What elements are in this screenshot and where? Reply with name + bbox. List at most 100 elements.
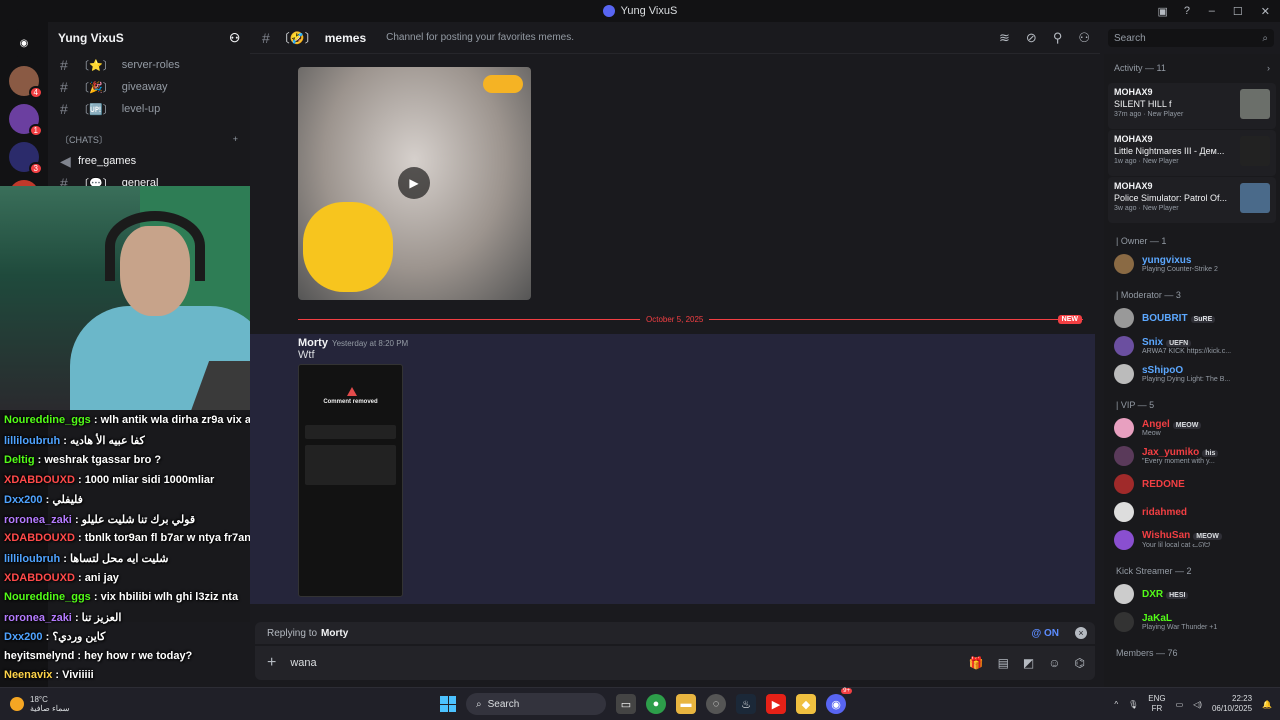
mic-icon[interactable]: 🎙	[1128, 700, 1138, 709]
channel-server-roles[interactable]: # 〔⭐〕 server-roles	[48, 54, 250, 76]
discord-home-icon[interactable]: ◉	[9, 28, 39, 58]
close-window-icon[interactable]: ✕	[1261, 5, 1270, 18]
steam-icon[interactable]: ♨	[736, 694, 756, 714]
app-icon[interactable]: ◌	[706, 694, 726, 714]
language-switcher[interactable]: ENG FR	[1148, 694, 1165, 714]
inbox-icon[interactable]: ▣	[1157, 5, 1167, 18]
add-member-icon[interactable]: ⚇	[229, 31, 240, 45]
gift-icon[interactable]: 🎁	[969, 656, 984, 670]
member-list-icon[interactable]: ⚇	[1078, 30, 1090, 46]
channel-prefix: 〔⭐〕	[78, 60, 114, 72]
channel-label: level-up	[121, 103, 161, 115]
mention-toggle[interactable]: @ ON	[1031, 628, 1059, 639]
maximize-icon[interactable]: ☐	[1233, 5, 1243, 18]
activity-time: 3w ago	[1114, 205, 1137, 212]
member-item[interactable]: Angel MEOW Meow	[1104, 415, 1280, 441]
server-logo-icon	[602, 5, 615, 17]
activity-card[interactable]: MOHAX9 Police Simulator: Patrol Of... 3w…	[1108, 177, 1276, 223]
chat-text: : Viviiiii	[55, 669, 94, 681]
chat-line: Deltig : weshrak tgassar bro ?	[4, 454, 161, 466]
chat-line: roronea_zaki : العزيز تنا	[4, 611, 121, 624]
gif-icon[interactable]: ▤	[998, 656, 1009, 670]
add-channel-icon[interactable]: +	[233, 134, 238, 144]
help-icon[interactable]: ?	[1184, 5, 1190, 18]
activity-time: 1w ago	[1114, 158, 1137, 165]
channel-level-up[interactable]: # 〔🆙〕 level-up	[48, 98, 250, 120]
message-item[interactable]: Morty Yesterday at 8:20 PM Wtf Comment r…	[250, 334, 1095, 604]
member-item[interactable]: Jax_yumiko his "Every moment with y...	[1104, 443, 1280, 469]
search-input[interactable]: Search ⌕	[1108, 29, 1274, 47]
member-tag: UEFN	[1166, 340, 1192, 347]
warning-icon	[347, 387, 357, 396]
message-author[interactable]: Morty	[298, 337, 328, 349]
member-item[interactable]: sShipoO Playing Dying Light: The B...	[1104, 361, 1280, 387]
guild-icon[interactable]: 1	[9, 104, 43, 137]
apps-icon[interactable]: ⌬	[1075, 656, 1085, 670]
cancel-reply-icon[interactable]: ×	[1075, 627, 1087, 639]
channel-free-games[interactable]: ◀ free_games	[48, 150, 250, 172]
activity-card[interactable]: MOHAX9 Little Nightmares III - Дем... 1w…	[1108, 130, 1276, 176]
chat-text: : 1000 mliar sidi 1000mliar	[77, 474, 215, 486]
message-timestamp: Yesterday at 8:20 PM	[332, 339, 409, 348]
game-thumbnail	[1240, 136, 1270, 166]
member-item[interactable]: JaKaL Playing War Thunder +1	[1104, 609, 1280, 635]
search-icon: ⌕	[1262, 32, 1268, 44]
mute-bell-icon[interactable]: ⊘	[1026, 30, 1037, 46]
volume-icon[interactable]: ◁)	[1193, 700, 1202, 709]
server-header[interactable]: Yung VixuS ⚇	[48, 22, 250, 54]
screenshot-row	[305, 425, 396, 439]
clock[interactable]: 22:23 06/10/2025	[1212, 694, 1252, 714]
sticker-icon[interactable]: ◩	[1023, 656, 1034, 670]
play-icon[interactable]: ▶	[398, 167, 430, 199]
chevron-right-icon[interactable]: ›	[1267, 63, 1270, 73]
guild-icon[interactable]: 3	[9, 142, 43, 175]
member-item[interactable]: ridahmed	[1104, 499, 1280, 525]
minimize-icon[interactable]: –	[1209, 5, 1215, 17]
member-item[interactable]: WishuSan MEOW Your lil local cat ᓚᘏᗢ	[1104, 527, 1280, 553]
threads-icon[interactable]: ≋	[999, 30, 1010, 46]
taskbar-search[interactable]: ⌕ Search	[466, 693, 606, 715]
hash-icon: #	[60, 101, 68, 117]
pin-icon[interactable]: ⚲	[1053, 30, 1063, 46]
guild-icon[interactable]: 4	[9, 66, 43, 99]
activity-card[interactable]: MOHAX9 SILENT HILL f 37m ago · New Playe…	[1108, 83, 1276, 129]
chat-user: Neenavix	[4, 669, 53, 681]
app-icon[interactable]: ◆	[796, 694, 816, 714]
member-status: "Every moment with y...	[1142, 458, 1215, 465]
window-title-text: Yung VixuS	[620, 5, 678, 17]
attach-plus-icon[interactable]: +	[267, 654, 276, 672]
member-name: Jax_yumiko his	[1142, 447, 1219, 458]
chrome-icon[interactable]: ●	[646, 694, 666, 714]
file-explorer-icon[interactable]: ▬	[676, 694, 696, 714]
member-item[interactable]: yungvixus Playing Counter-Strike 2	[1104, 251, 1280, 277]
network-icon[interactable]: ▭	[1176, 700, 1184, 709]
discord-icon[interactable]: ◉ 9+	[826, 688, 852, 714]
avatar	[1114, 308, 1134, 328]
chat-line: Dxx200 : كاين وردي؟	[4, 630, 105, 643]
channel-header: # 〔🤣〕 memes Channel for posting your fav…	[250, 22, 1100, 54]
weather-widget[interactable]: 18°C سماء صافية	[10, 695, 70, 713]
role-header-owner: | Owner — 1	[1116, 236, 1167, 246]
emoji-icon[interactable]: ☺	[1048, 656, 1060, 670]
windows-start-icon[interactable]	[440, 696, 456, 712]
member-status: Playing Dying Light: The B...	[1142, 376, 1231, 383]
screenshot-attachment[interactable]: Comment removed	[298, 364, 403, 597]
member-item[interactable]: BOUBRIT SuRE	[1104, 305, 1280, 331]
screenshot-title: Comment removed	[323, 399, 378, 405]
video-attachment[interactable]: ▶	[298, 67, 531, 300]
channel-giveaway[interactable]: # 〔🎉〕 giveaway	[48, 76, 250, 98]
member-item[interactable]: REDONE	[1104, 471, 1280, 497]
chat-text: : شليت ايه محل لتساها	[63, 553, 169, 565]
message-composer[interactable]: + wana 🎁 ▤ ◩ ☺ ⌬	[255, 646, 1095, 680]
member-item[interactable]: DXR HESI	[1104, 581, 1280, 607]
member-item[interactable]: Snix UEFN ARWA7 KICK https://kick.c...	[1104, 333, 1280, 359]
tray-chevron-icon[interactable]: ^	[1114, 700, 1118, 709]
task-view-icon[interactable]: ▭	[616, 694, 636, 714]
notifications-icon[interactable]: 🔔	[1262, 700, 1272, 709]
category-chats[interactable]: 〔CHATS〕 +	[48, 128, 250, 150]
activity-header[interactable]: Activity — 11 ›	[1104, 54, 1280, 82]
window-controls: – ☐ ✕	[1209, 0, 1270, 22]
youtube-icon[interactable]: ▶	[766, 694, 786, 714]
chat-text: : قولي برك تنا شليت عليلو	[74, 514, 196, 526]
message-input[interactable]: wana	[290, 657, 316, 669]
